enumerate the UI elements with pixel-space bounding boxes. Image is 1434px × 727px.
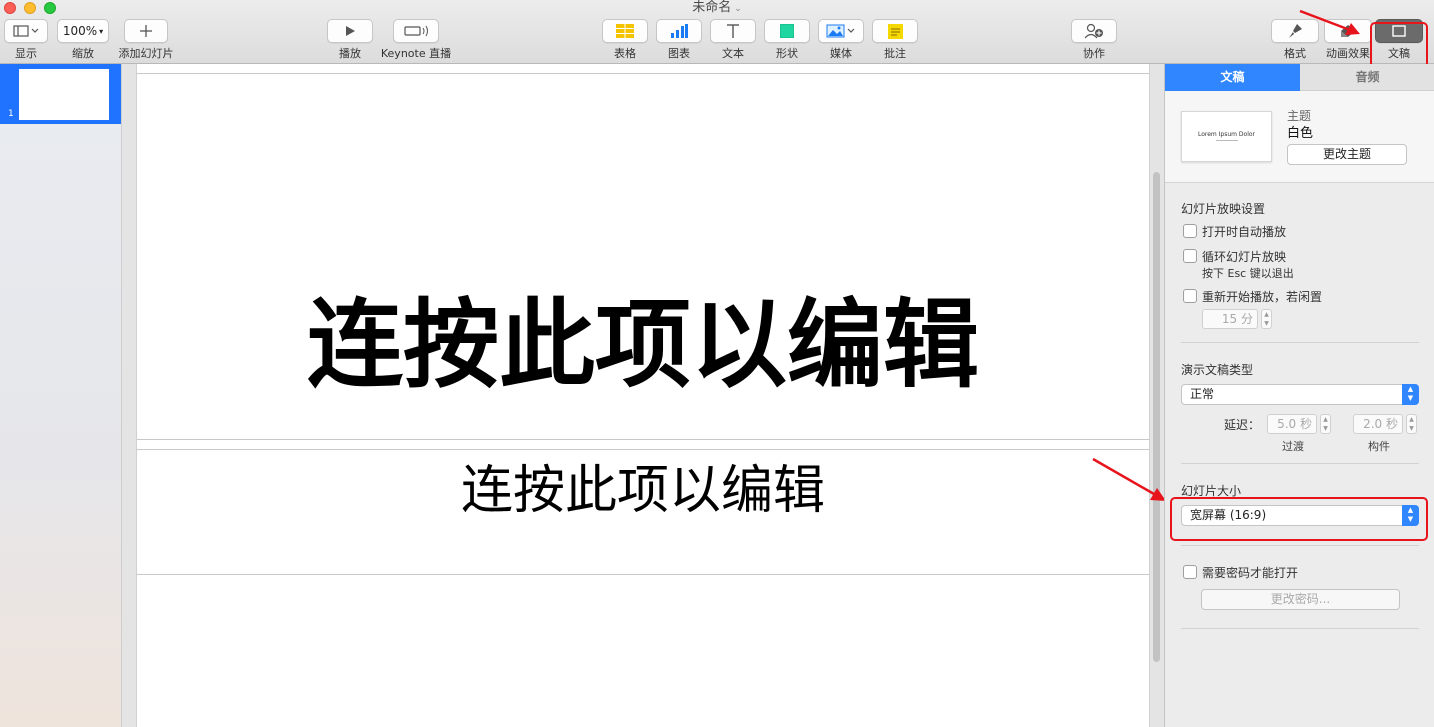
collaborate-button[interactable]: 协作 [1071,19,1117,61]
collaborate-label: 协作 [1083,47,1105,60]
idle-minutes-stepper[interactable]: ▲ ▼ [1261,309,1272,329]
add-slide-button[interactable]: 添加幻灯片 [118,19,174,61]
comment-icon [887,23,903,39]
zoom-label: 缩放 [72,47,94,60]
keynote-live-icon [404,25,428,37]
play-icon [346,26,355,36]
restart-idle-checkbox[interactable] [1183,289,1197,303]
plus-icon [140,25,152,37]
separator [1181,463,1419,464]
theme-preview-line [1215,140,1238,141]
toolbar: 未命名 ⌄ 显示 100% ▾ 缩放 添加幻灯片 播放 Keynote 直播 表… [0,0,1434,64]
chart-label: 图表 [668,47,690,60]
separator [1181,628,1419,629]
require-password-checkbox[interactable] [1183,565,1197,579]
shape-icon [780,24,794,38]
add-slide-label: 添加幻灯片 [118,47,174,60]
idle-minutes-field[interactable]: 15 分 [1202,309,1258,329]
separator [1181,545,1419,546]
delay-label: 延迟： [1224,418,1261,432]
slide-thumbnail[interactable] [19,69,109,120]
chart-button[interactable]: 图表 [656,19,702,61]
build-delay-stepper[interactable]: ▲ ▼ [1406,414,1417,434]
restart-idle-label: 重新开始播放，若闲置 [1202,290,1323,304]
slide-canvas-area: 连按此项以编辑 连按此项以编辑 [122,64,1164,727]
annotation-highlight-box [1370,22,1428,68]
document-title-text: 未命名 [692,0,732,15]
vertical-scrollbar[interactable] [1153,172,1160,662]
keynote-live-label: Keynote 直播 [380,47,452,60]
slide-subtitle[interactable]: 连按此项以编辑 [137,458,1149,524]
document-inspector: 文稿 音频 Lorem Ipsum Dolor 主题 白色 更改主题 幻灯片放映… [1164,64,1434,727]
select-arrows-icon: ▲ ▼ [1402,384,1419,405]
loop-checkbox[interactable] [1183,249,1197,263]
tab-audio[interactable]: 音频 [1300,64,1434,91]
build-caption: 构件 [1368,440,1390,453]
table-icon [616,24,634,38]
autoplay-label: 打开时自动播放 [1202,225,1287,239]
media-icon [826,24,855,38]
play-label: 播放 [339,47,361,60]
zoom-value: 100% [62,24,98,38]
change-password-button[interactable]: 更改密码... [1201,589,1400,610]
chevron-down-icon: ▾ [99,26,104,36]
autoplay-checkbox[interactable] [1183,224,1197,238]
guide-line [137,73,1149,74]
slide-thumbnail-row[interactable]: 1 [0,64,121,124]
require-password-label: 需要密码才能打开 [1202,566,1299,580]
play-button[interactable]: 播放 [327,19,373,61]
separator [1181,342,1419,343]
transition-delay-stepper[interactable]: ▲ ▼ [1320,414,1331,434]
document-title[interactable]: 未命名 ⌄ [0,0,1434,17]
theme-preview-text: Lorem Ipsum Dolor [1197,131,1256,138]
build-delay-field[interactable]: 2.0 秒 [1353,414,1403,434]
shape-button[interactable]: 形状 [764,19,810,61]
change-theme-button[interactable]: 更改主题 [1287,144,1407,165]
text-button[interactable]: 文本 [710,19,756,61]
inspector-tabs: 文稿 音频 [1165,64,1434,91]
theme-section: Lorem Ipsum Dolor 主题 白色 更改主题 [1165,91,1434,183]
chevron-down-icon: ⌄ [734,4,742,14]
text-icon [727,24,739,38]
media-button[interactable]: 媒体 [818,19,864,61]
presentation-type-heading: 演示文稿类型 [1181,363,1254,377]
loop-label: 循环幻灯片放映 [1202,250,1287,264]
slideshow-settings-heading: 幻灯片放映设置 [1181,202,1266,216]
presentation-type-select[interactable]: 正常 ▲ ▼ [1181,384,1419,405]
transition-caption: 过渡 [1282,440,1304,453]
presentation-type-value: 正常 [1190,387,1215,401]
view-button[interactable]: 显示 [4,19,48,61]
slide-navigator: 1 [0,64,122,727]
comment-label: 批注 [884,47,906,60]
view-label: 显示 [15,47,37,60]
shape-label: 形状 [776,47,798,60]
guide-line [137,439,1149,440]
slide-number: 1 [8,109,14,119]
annotation-arrow-icon [1299,9,1360,35]
loop-hint: 按下 Esc 键以退出 [1202,267,1294,280]
theme-name: 白色 [1287,126,1314,141]
text-label: 文本 [722,47,744,60]
guide-line [137,449,1149,450]
format-label: 格式 [1284,47,1306,60]
collaborate-icon [1084,23,1103,39]
sidebar-view-icon [13,25,39,37]
comment-button[interactable]: 批注 [872,19,918,61]
media-label: 媒体 [830,47,852,60]
keynote-live-button[interactable]: Keynote 直播 [380,19,452,61]
table-button[interactable]: 表格 [602,19,648,61]
zoom-button[interactable]: 100% ▾ 缩放 [57,19,109,61]
annotation-arrow-icon [1092,457,1166,501]
annotation-highlight-box [1170,497,1428,541]
chart-icon [671,24,688,38]
table-label: 表格 [614,47,636,60]
slide-canvas[interactable]: 连按此项以编辑 连按此项以编辑 [136,64,1150,727]
guide-line [137,574,1149,575]
slide-title[interactable]: 连按此项以编辑 [137,290,1149,400]
animate-label: 动画效果 [1326,47,1370,60]
tab-document[interactable]: 文稿 [1165,64,1300,91]
transition-delay-field[interactable]: 5.0 秒 [1267,414,1317,434]
theme-preview[interactable]: Lorem Ipsum Dolor [1181,111,1272,162]
